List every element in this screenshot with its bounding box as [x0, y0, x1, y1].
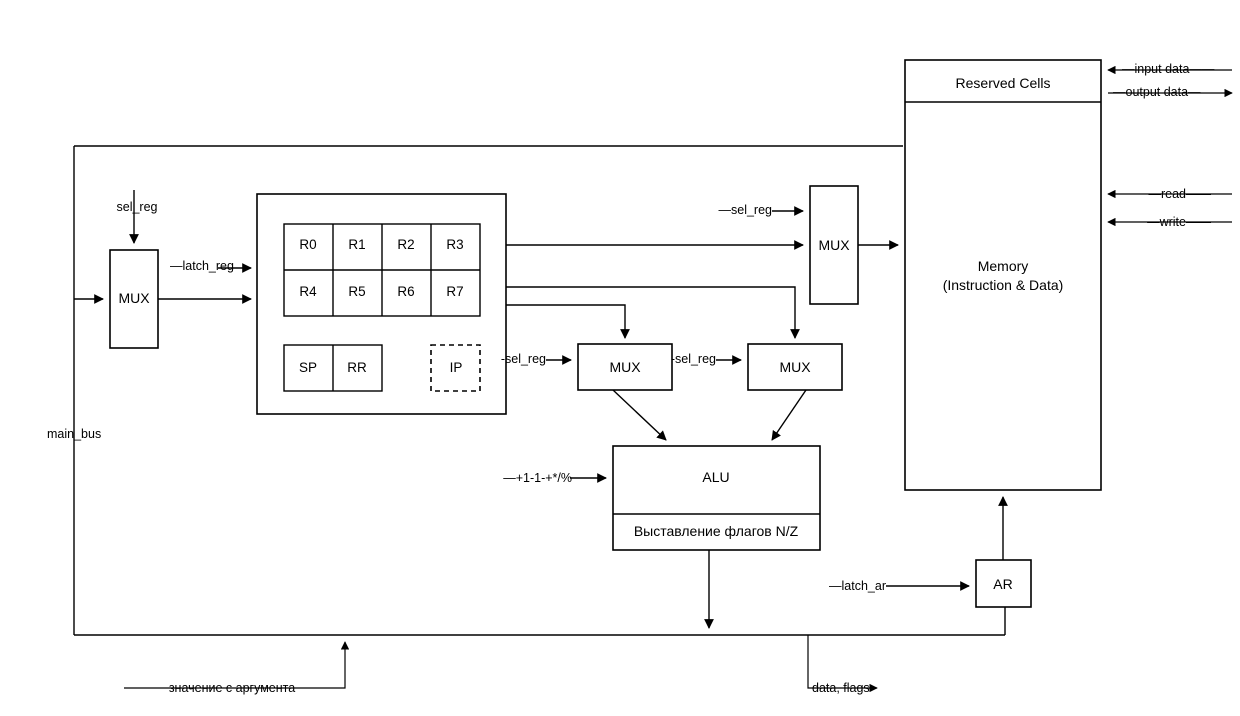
signal-latch-reg: —latch_reg [170, 259, 234, 273]
register-rr: RR [347, 360, 367, 375]
wire-regfile-to-mux-alu-left [506, 304, 630, 339]
wire-regfile-to-mux-alu-right [506, 286, 800, 339]
signal-write: —write—— [1147, 215, 1211, 229]
signal-output-data: —output data— [1113, 85, 1201, 99]
signal-data-flags: data, flags [812, 681, 870, 695]
register-sp: SP [298, 360, 318, 375]
signal-latch-ar: —latch_ar [829, 579, 886, 593]
address-register-label: AR [993, 576, 1013, 592]
memory-reserved-cells-label: Reserved Cells [955, 75, 1051, 91]
signal-sel-reg-mux-mem: —sel_reg [718, 203, 773, 217]
register-r7: R7 [446, 284, 464, 299]
diagram-canvas [73, 59, 1233, 693]
alu-label: ALU [702, 469, 730, 485]
cpu-datapath-diagram: MUX sel_reg —latch_reg main_bus R0 R1 R2… [0, 0, 1240, 716]
signal-sel-reg-mux-alu-right: -sel_reg [670, 352, 716, 366]
memory-label-line2: (Instruction & Data) [942, 277, 1064, 293]
mux-alu-left-label: MUX [609, 359, 641, 375]
mux-mem-label: MUX [818, 237, 850, 253]
signal-argument-value: значение с аргумента [168, 681, 296, 695]
wire-mux-alu-left-to-alu [612, 389, 667, 441]
register-r6: R6 [397, 284, 415, 299]
register-r5: R5 [348, 284, 366, 299]
signal-alu-ops: —+1-1-+*/% [503, 471, 572, 485]
signal-read: —read—— [1148, 187, 1211, 201]
register-r2: R2 [397, 237, 415, 252]
wire-mux-alu-right-to-alu [771, 389, 807, 441]
signal-main-bus: main_bus [47, 427, 102, 441]
register-ip: IP [449, 360, 463, 375]
mux-left-label: MUX [118, 290, 150, 306]
register-r0: R0 [299, 237, 317, 252]
mux-alu-right-label: MUX [779, 359, 811, 375]
signal-input-data: —input data—— [1122, 62, 1215, 76]
alu-flags-label: Выставление флагов N/Z [633, 523, 799, 539]
memory-label-line1: Memory [977, 258, 1029, 274]
register-r4: R4 [299, 284, 317, 299]
register-r1: R1 [348, 237, 366, 252]
signal-sel-reg-mux-left: sel_reg [116, 200, 158, 214]
main-bus-wire [73, 145, 1006, 636]
register-r3: R3 [446, 237, 464, 252]
signal-sel-reg-mux-alu-left: -sel_reg [500, 352, 546, 366]
